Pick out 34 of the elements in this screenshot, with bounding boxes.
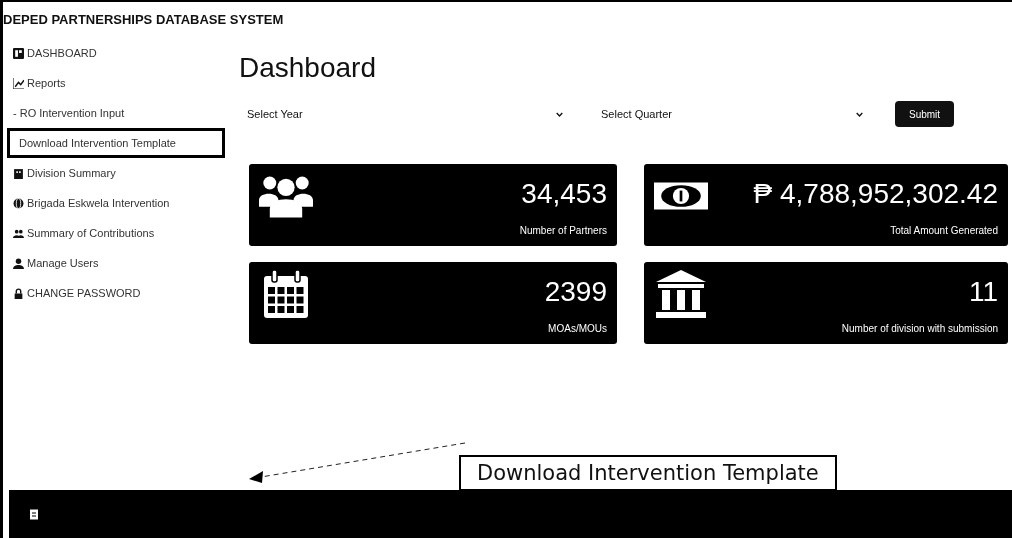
stat-value: 2399 bbox=[544, 276, 607, 308]
bank-icon bbox=[654, 270, 708, 318]
chevron-down-icon bbox=[856, 111, 863, 117]
chevron-down-icon bbox=[556, 111, 563, 117]
sidebar-item[interactable]: Manage Users bbox=[3, 248, 225, 278]
submit-button[interactable]: Submit bbox=[895, 101, 955, 127]
callout-label: Download Intervention Template bbox=[459, 455, 837, 491]
globe-icon bbox=[13, 197, 24, 209]
sidebar-item[interactable]: Summary of Contributions bbox=[3, 218, 225, 248]
sidebar-item[interactable]: Division Summary bbox=[3, 158, 225, 188]
stat-label: MOAs/MOUs bbox=[547, 323, 607, 334]
lock-icon bbox=[13, 287, 24, 299]
stat-label: Number of division with submission bbox=[841, 323, 998, 334]
sidebar-item[interactable]: CHANGE PASSWORD bbox=[3, 278, 225, 308]
document-icon bbox=[29, 508, 39, 520]
quarter-select[interactable]: Select Quarter bbox=[593, 100, 871, 128]
year-select[interactable]: Select Year bbox=[239, 100, 571, 128]
sidebar-item[interactable]: Reports bbox=[3, 68, 225, 98]
app-title: DEPED PARTNERSHIPS DATABASE SYSTEM bbox=[3, 11, 284, 27]
stat-value: 34,453 bbox=[520, 178, 607, 210]
stat-value: 11 bbox=[967, 276, 998, 308]
stat-value: ₱ 4,788,952,302.42 bbox=[753, 178, 998, 210]
user-icon bbox=[13, 257, 24, 269]
page-heading: Dashboard bbox=[239, 52, 377, 84]
stat-label: Total Amount Generated bbox=[889, 225, 998, 236]
users-icon bbox=[13, 227, 24, 239]
chart-icon bbox=[13, 77, 24, 89]
dashboard-icon bbox=[13, 47, 24, 59]
sidebar-item[interactable]: DASHBOARD bbox=[3, 38, 225, 68]
sidebar-item[interactable]: - RO Intervention Input bbox=[3, 98, 225, 128]
sidebar-item[interactable]: Brigada Eskwela Intervention bbox=[3, 188, 225, 218]
sidebar-item[interactable]: Download Intervention Template bbox=[7, 128, 225, 158]
building-icon bbox=[13, 167, 24, 179]
stat-label: Number of Partners bbox=[519, 225, 607, 236]
